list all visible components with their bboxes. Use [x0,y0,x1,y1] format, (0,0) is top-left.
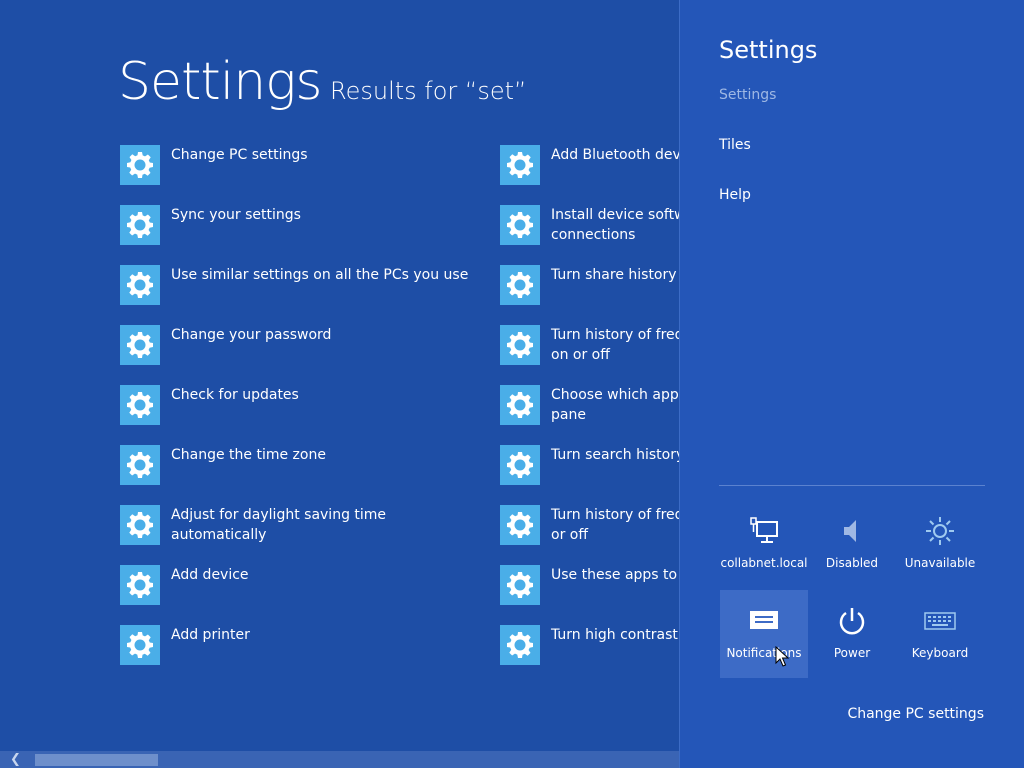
gear-icon [500,565,540,605]
result-item[interactable]: Choose which apps pane [500,385,679,445]
result-item[interactable]: Use these apps to se [500,565,679,625]
result-item[interactable]: Adjust for daylight saving time automati… [120,505,500,565]
gear-icon [500,505,540,545]
charm-link-settings[interactable]: Settings [719,85,776,105]
result-label: Use these apps to se [551,567,679,583]
scroll-left-arrow-icon[interactable]: ❮ [10,751,30,768]
brightness-icon [923,514,957,548]
notifications-button[interactable]: Notifications [720,590,808,678]
scroll-thumb[interactable] [35,754,158,766]
result-item[interactable]: Add device [120,565,500,625]
gear-icon [120,565,160,605]
gear-icon [120,145,160,185]
result-label: Change PC settings [171,147,308,163]
result-item[interactable]: Add printer [120,625,500,685]
result-label: Turn search history o [551,447,679,463]
change-pc-settings-link[interactable]: Change PC settings [847,704,984,724]
volume-button[interactable]: Disabled [808,500,896,588]
result-item[interactable]: Turn search history o [500,445,679,505]
result-label: Check for updates [171,387,299,403]
result-label: Sync your settings [171,207,301,223]
result-label: Turn share history o [551,267,679,283]
gear-icon [120,205,160,245]
result-label: Add Bluetooth devic [551,147,679,163]
result-label: Use similar settings on all the PCs you … [171,267,469,283]
result-item[interactable]: Install device softwa connections [500,205,679,265]
volume-icon [835,514,869,548]
result-item[interactable]: Turn history of frequ or off [500,505,679,565]
result-label: Turn history of frequ or off [551,507,679,543]
notifications-label: Notifications [726,646,802,660]
results-column-right: Add Bluetooth devic Install device softw… [500,145,679,685]
result-label: Change your password [171,327,332,343]
power-label: Power [833,646,871,660]
result-item[interactable]: Use similar settings on all the PCs you … [120,265,500,325]
power-icon [835,604,869,638]
volume-label: Disabled [825,556,879,570]
result-item[interactable]: Check for updates [120,385,500,445]
keyboard-icon [923,604,957,638]
result-item[interactable]: Turn history of frequ on or off [500,325,679,385]
divider [719,485,985,486]
result-label: Choose which apps pane [551,387,679,423]
network-icon [747,514,781,548]
keyboard-label: Keyboard [911,646,969,660]
keyboard-button[interactable]: Keyboard [896,590,984,678]
result-label: Turn high contrast o [551,627,679,643]
result-label: Change the time zone [171,447,326,463]
gear-icon [500,445,540,485]
power-button[interactable]: Power [808,590,896,678]
result-item[interactable]: Change PC settings [120,145,500,205]
result-label: Add device [171,567,249,583]
charm-title: Settings [719,36,818,64]
gear-icon [120,385,160,425]
gear-icon [120,625,160,665]
app-title: Settings [118,52,322,112]
gear-icon [120,445,160,485]
result-item[interactable]: Add Bluetooth devic [500,145,679,205]
horizontal-scrollbar[interactable]: ❮ [0,751,679,768]
result-label: Install device softwa connections [551,207,679,243]
gear-icon [500,385,540,425]
brightness-label: Unavailable [904,556,976,570]
charm-link-help[interactable]: Help [719,185,751,205]
gear-icon [120,265,160,305]
result-label: Turn history of frequ on or off [551,327,679,363]
result-item[interactable]: Turn share history o [500,265,679,325]
notifications-icon [747,604,781,638]
network-label: collabnet.local [720,556,808,570]
result-item[interactable]: Sync your settings [120,205,500,265]
results-grid: Change PC settings Sync your settings Us… [120,145,679,685]
search-results-app: Settings Results for “set” Change PC set… [0,0,679,768]
network-button[interactable]: collabnet.local [720,500,808,588]
results-column-left: Change PC settings Sync your settings Us… [120,145,500,685]
result-item[interactable]: Turn high contrast o [500,625,679,685]
result-item[interactable]: Change your password [120,325,500,385]
brightness-button[interactable]: Unavailable [896,500,984,588]
mouse-pointer-icon [775,646,789,667]
gear-icon [500,265,540,305]
result-label: Add printer [171,627,250,643]
charm-link-tiles[interactable]: Tiles [719,135,751,155]
gear-icon [120,325,160,365]
gear-icon [500,145,540,185]
gear-icon [500,205,540,245]
result-item[interactable]: Change the time zone [120,445,500,505]
gear-icon [500,325,540,365]
settings-charm-pane: Settings Settings Tiles Help collabnet.l… [679,0,1024,768]
gear-icon [120,505,160,545]
result-label: Adjust for daylight saving time automati… [171,507,387,543]
gear-icon [500,625,540,665]
search-query-subtitle: Results for “set” [330,77,527,105]
